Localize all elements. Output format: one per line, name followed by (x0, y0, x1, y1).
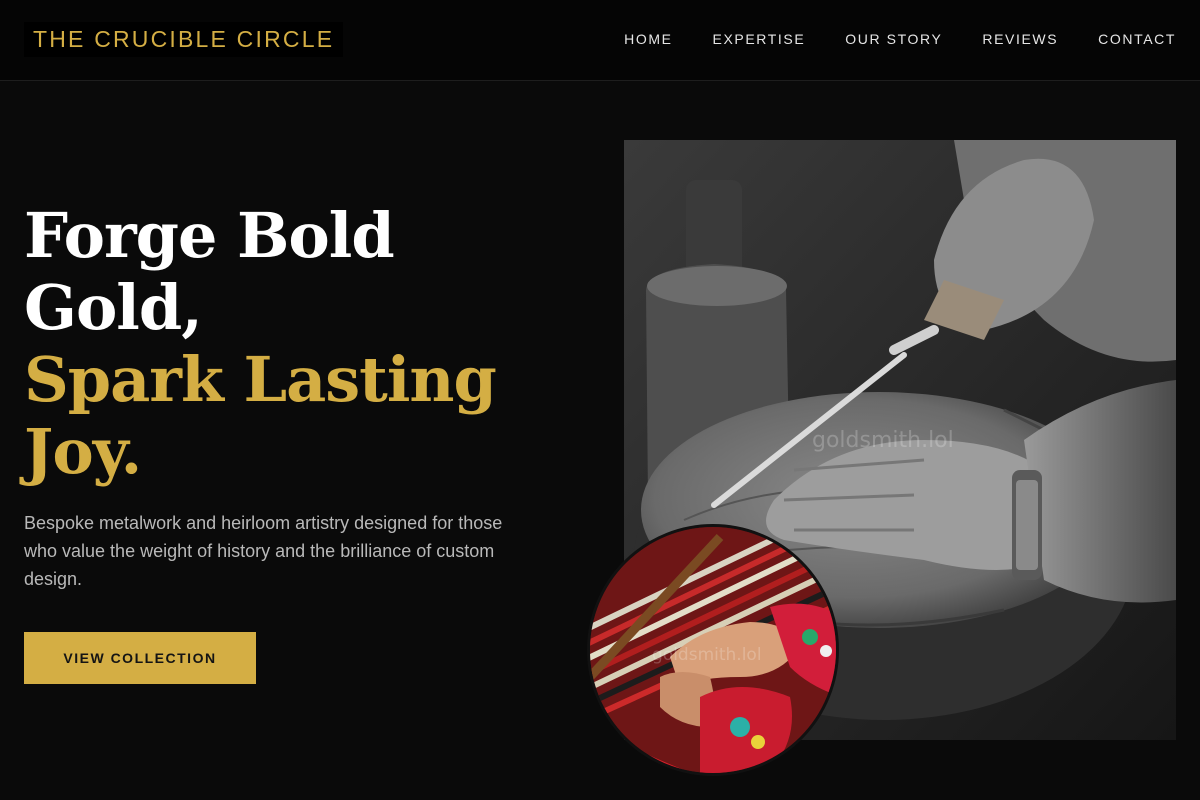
nav-home[interactable]: HOME (624, 31, 672, 47)
site-logo[interactable]: THE CRUCIBLE CIRCLE (24, 22, 344, 57)
site-header: THE CRUCIBLE CIRCLE HOME EXPERTISE OUR S… (0, 0, 1200, 81)
headline-accent-line-1: Spark Lasting (24, 343, 497, 416)
nav-expertise[interactable]: EXPERTISE (713, 31, 806, 47)
headline-line-1: Forge Bold (24, 199, 395, 272)
weaving-photo: goldsmith.lol (587, 524, 839, 776)
view-collection-button[interactable]: VIEW COLLECTION (24, 632, 256, 684)
headline-accent-line-2: Joy. (24, 415, 142, 488)
hero-headline: Forge Bold Gold, Spark Lasting Joy. (24, 200, 544, 488)
hero-subtext: Bespoke metalwork and heirloom artistry … (24, 513, 503, 589)
nav-contact[interactable]: CONTACT (1098, 31, 1176, 47)
nav-reviews[interactable]: REVIEWS (982, 31, 1058, 47)
circle-photo-watermark: goldsmith.lol (652, 645, 762, 665)
headline-line-2: Gold, (24, 271, 203, 344)
main-nav: HOME EXPERTISE OUR STORY REVIEWS CONTACT (624, 31, 1176, 47)
main-photo-watermark: goldsmith.lol (812, 428, 954, 453)
nav-our-story[interactable]: OUR STORY (845, 31, 942, 47)
